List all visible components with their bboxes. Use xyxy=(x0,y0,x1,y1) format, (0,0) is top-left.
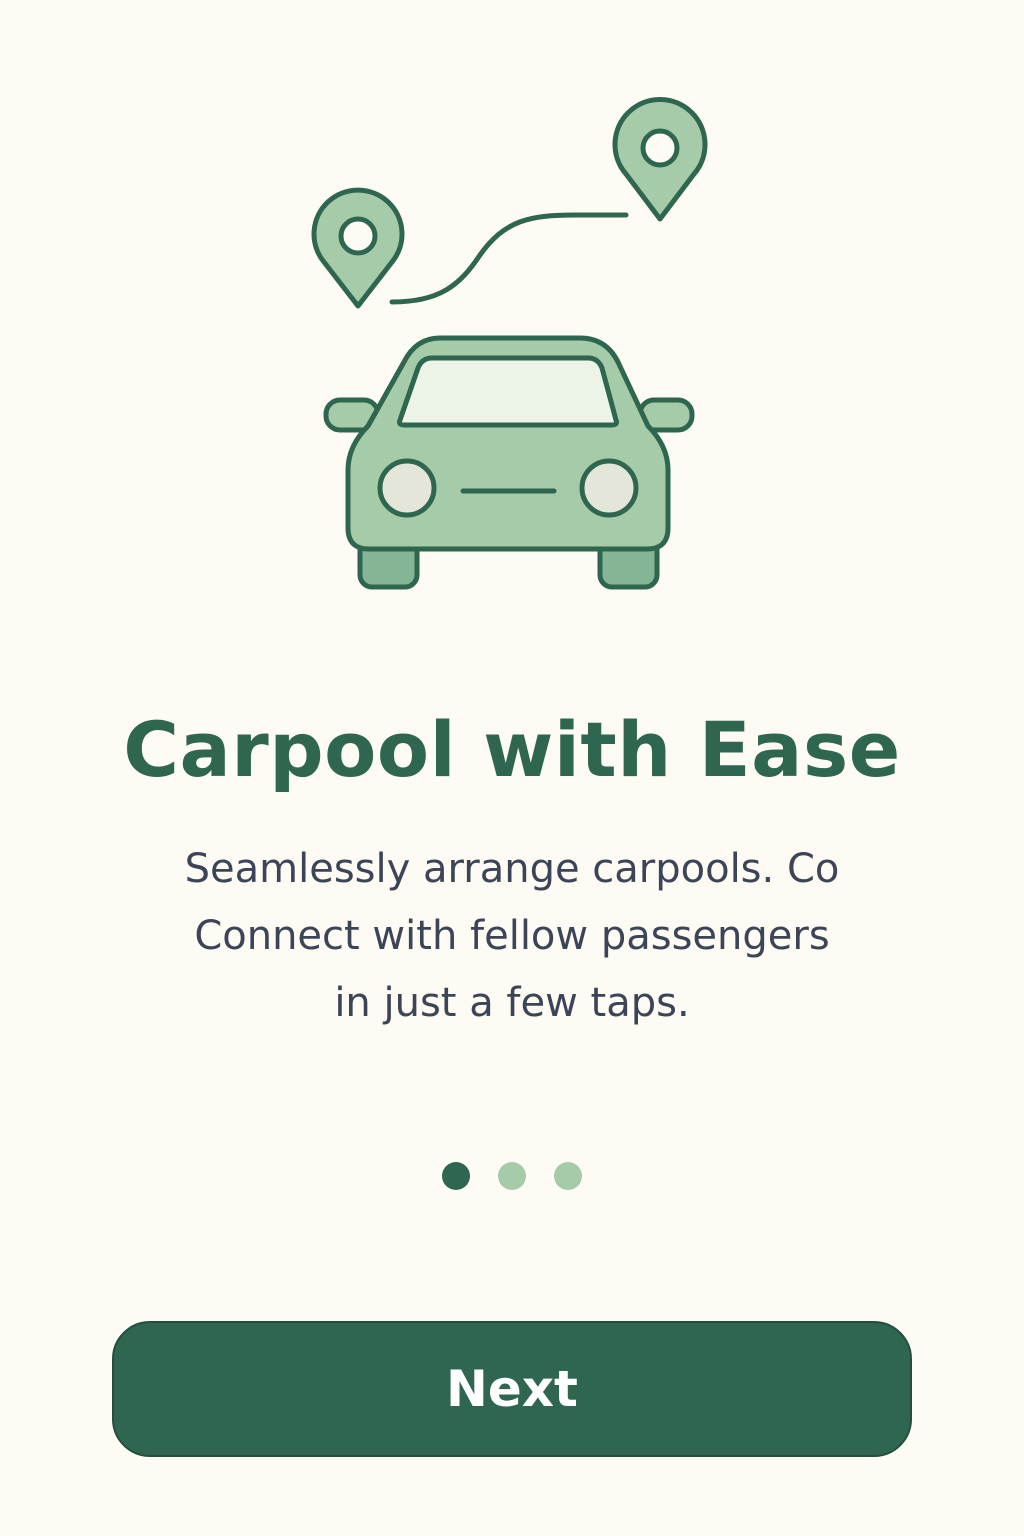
carpool-illustration xyxy=(300,95,720,595)
page-dot[interactable] xyxy=(498,1162,526,1190)
onboarding-subtitle: Seamlessly arrange carpools. Co Connect … xyxy=(120,836,904,1037)
car-icon xyxy=(323,335,695,590)
subtitle-line: Connect with fellow passengers xyxy=(194,913,830,959)
subtitle-line: in just a few taps. xyxy=(334,980,690,1026)
next-button[interactable]: Next xyxy=(112,1321,912,1457)
subtitle-line: Seamlessly arrange carpools. Co xyxy=(184,846,840,892)
onboarding-title: Carpool with Ease xyxy=(123,705,901,794)
page-indicator xyxy=(0,1162,1024,1190)
location-pin-icon xyxy=(311,187,405,309)
route-path-icon xyxy=(389,212,629,305)
page-dot[interactable] xyxy=(554,1162,582,1190)
location-pin-icon xyxy=(612,97,708,222)
page-dot[interactable] xyxy=(442,1162,470,1190)
